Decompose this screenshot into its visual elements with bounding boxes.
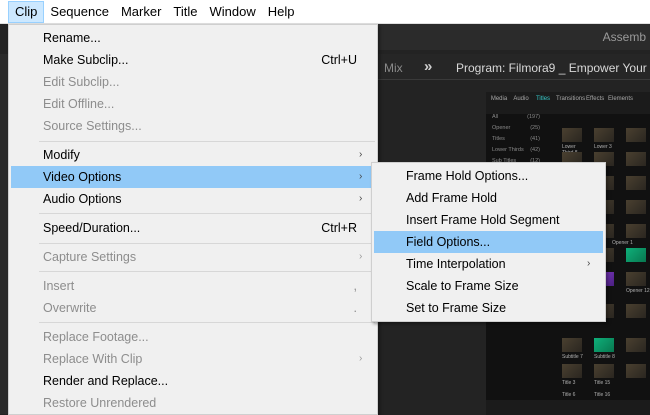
menu-item-video-options[interactable]: Video Options › [11, 166, 375, 188]
menu-item-edit-subclip[interactable]: Edit Subclip... [11, 71, 375, 93]
menu-item-audio-options[interactable]: Audio Options › [11, 188, 375, 210]
thumbnail-label: Opener 12 [626, 288, 650, 294]
submenu-arrow-icon: › [359, 251, 363, 262]
panel-header: Mix » Program: Filmora9 _ Empower Your I… [370, 54, 650, 80]
menu-help[interactable]: Help [262, 1, 301, 23]
menu-item-set-to-frame-size[interactable]: Set to Frame Size [374, 297, 603, 319]
menu-clip[interactable]: Clip [8, 0, 45, 23]
menu-window[interactable]: Window [204, 1, 262, 23]
menubar: Clip Sequence Marker Title Window Help [0, 0, 650, 24]
menu-item-insert-frame-hold-segment[interactable]: Insert Frame Hold Segment [374, 209, 603, 231]
menu-item-speed-duration[interactable]: Speed/Duration... Ctrl+R [11, 217, 375, 239]
program-monitor-title[interactable]: Program: Filmora9 _ Empower Your Im [456, 61, 650, 75]
thumbnail-label: Lower 3 [594, 144, 612, 150]
thumbnail [594, 364, 614, 378]
menu-item-replace-with-clip[interactable]: Replace With Clip › [11, 348, 375, 370]
separator [39, 271, 375, 272]
separator [39, 141, 375, 142]
monitor-tab-transitions: Transitions [556, 96, 586, 102]
menu-item-replace-footage[interactable]: Replace Footage... [11, 326, 375, 348]
thumbnail [626, 200, 646, 214]
thumbnail-label: Subtitle 8 [594, 354, 615, 360]
submenu-arrow-icon: › [359, 171, 363, 182]
thumbnail [626, 338, 646, 352]
thumbnail [626, 272, 646, 286]
thumbnail [626, 224, 646, 238]
menu-marker[interactable]: Marker [115, 1, 167, 23]
menu-title[interactable]: Title [167, 1, 203, 23]
menu-item-capture-settings[interactable]: Capture Settings › [11, 246, 375, 268]
menu-item-make-subclip[interactable]: Make Subclip... Ctrl+U [11, 49, 375, 71]
submenu-arrow-icon: › [359, 353, 363, 364]
thumbnail [562, 364, 582, 378]
thumbnail-label: Title 16 [594, 392, 611, 398]
thumbnail-label: Opener 1 [612, 240, 633, 246]
menu-item-render-and-replace[interactable]: Render and Replace... [11, 370, 375, 392]
thumbnail-label: Title 15 [594, 380, 611, 386]
category-row: Titles (41) [492, 136, 540, 142]
thumbnail-label: Title 6 [562, 392, 576, 398]
monitor-tab-titles: Titles [535, 96, 551, 102]
thumbnail-label: Title 3 [562, 380, 576, 386]
menu-item-field-options[interactable]: Field Options... [374, 231, 603, 253]
menu-item-add-frame-hold[interactable]: Add Frame Hold [374, 187, 603, 209]
monitor-tab-effects: Effects [586, 96, 605, 102]
menu-item-rename[interactable]: Rename... [11, 27, 375, 49]
thumbnail [594, 338, 614, 352]
monitor-tab-media: Media [490, 96, 508, 102]
thumbnail [594, 128, 614, 142]
menu-item-scale-to-frame-size[interactable]: Scale to Frame Size [374, 275, 603, 297]
category-row: Lower Thirds (42) [492, 147, 540, 153]
separator [39, 243, 375, 244]
audio-mixer-tab[interactable]: Mix [384, 61, 403, 75]
category-row: Opener (25) [492, 125, 540, 131]
monitor-tab-elements: Elements [608, 96, 634, 102]
menu-item-frame-hold-options[interactable]: Frame Hold Options... [374, 165, 603, 187]
submenu-arrow-icon: › [359, 193, 363, 204]
category-row: All (197) [492, 114, 540, 120]
menu-item-modify[interactable]: Modify › [11, 144, 375, 166]
thumbnail-label: Subtitle 7 [562, 354, 583, 360]
shortcut: . [353, 301, 357, 315]
workspace-assembly-tab[interactable]: Assemb [603, 30, 646, 44]
thumbnail [562, 338, 582, 352]
shortcut: , [353, 279, 357, 293]
menu-item-time-interpolation[interactable]: Time Interpolation › [374, 253, 603, 275]
thumbnail [626, 152, 646, 166]
shortcut: Ctrl+R [321, 221, 357, 235]
monitor-tab-audio: Audio [513, 96, 529, 102]
separator [39, 213, 375, 214]
overflow-chevron-icon[interactable]: » [424, 58, 432, 75]
monitor-toolbar [486, 400, 650, 415]
monitor-tabs: Media Audio Titles Transitions Effects E… [486, 92, 650, 114]
submenu-arrow-icon: › [587, 258, 591, 269]
thumbnail [626, 304, 646, 318]
clip-menu: Rename... Make Subclip... Ctrl+U Edit Su… [8, 24, 378, 415]
workspace-bar: Assemb [370, 24, 650, 50]
thumbnail [626, 364, 646, 378]
separator [39, 322, 375, 323]
shortcut: Ctrl+U [321, 53, 357, 67]
menu-item-restore-unrendered[interactable]: Restore Unrendered [11, 392, 375, 414]
thumbnail [626, 128, 646, 142]
menu-item-insert[interactable]: Insert , [11, 275, 375, 297]
video-options-submenu: Frame Hold Options... Add Frame Hold Ins… [371, 162, 606, 322]
menu-item-overwrite[interactable]: Overwrite . [11, 297, 375, 319]
left-panel [0, 54, 8, 414]
thumbnail [562, 128, 582, 142]
thumbnail [626, 176, 646, 190]
submenu-arrow-icon: › [359, 149, 363, 160]
menu-sequence[interactable]: Sequence [44, 1, 115, 23]
menu-item-edit-offline[interactable]: Edit Offline... [11, 93, 375, 115]
menu-item-source-settings[interactable]: Source Settings... [11, 115, 375, 137]
thumbnail [626, 248, 646, 262]
